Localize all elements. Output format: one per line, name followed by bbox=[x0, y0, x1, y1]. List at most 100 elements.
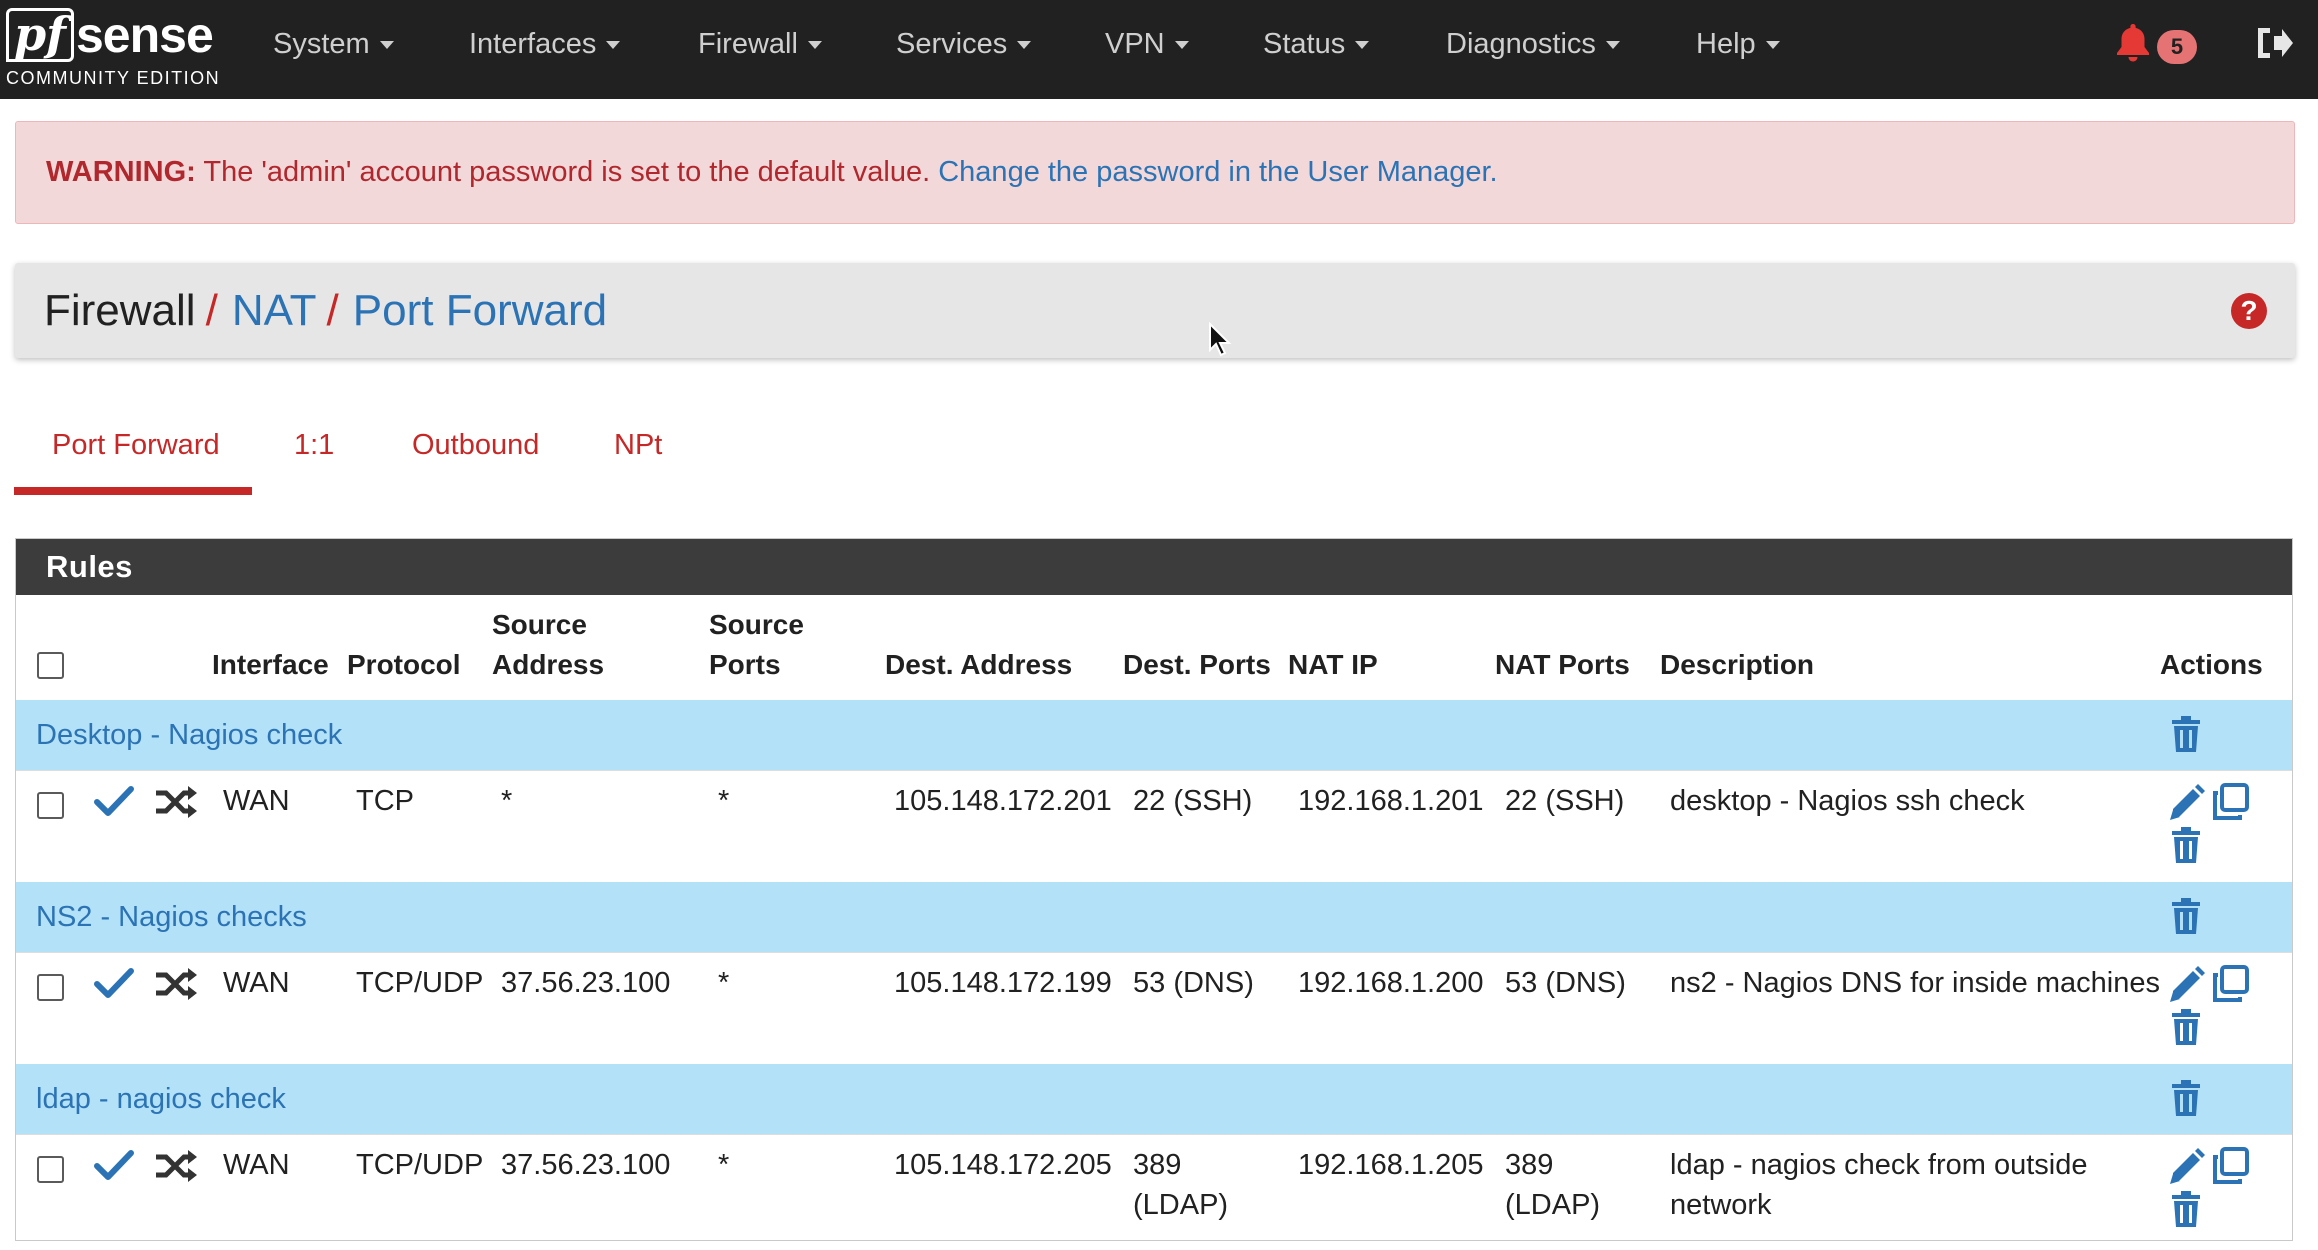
active-tab-indicator bbox=[14, 487, 252, 495]
nav-vpn-label: VPN bbox=[1105, 28, 1165, 60]
breadcrumb: Firewall / NAT / Port Forward ? bbox=[15, 263, 2295, 358]
cell-source-ports: * bbox=[718, 785, 730, 817]
edit-pencil-icon[interactable] bbox=[2169, 965, 2205, 1003]
trash-icon[interactable] bbox=[2171, 1080, 2201, 1116]
warning-text: The 'admin' account password is set to t… bbox=[195, 156, 939, 188]
cell-interface: WAN bbox=[223, 785, 290, 817]
breadcrumb-separator: / bbox=[205, 286, 218, 335]
change-password-link[interactable]: Change the password in the User Manager. bbox=[938, 156, 1497, 188]
separator-row: ldap - nagios check bbox=[16, 1064, 2292, 1134]
trash-icon[interactable] bbox=[2171, 1191, 2201, 1227]
table-row: WAN TCP/UDP 37.56.23.100 * 105.148.172.2… bbox=[16, 1134, 2292, 1240]
col-source-ports-line2: Ports bbox=[709, 649, 781, 680]
cell-dest-ports: 53 (DNS) bbox=[1133, 967, 1254, 999]
nav-firewall-label: Firewall bbox=[698, 28, 798, 60]
breadcrumb-port-forward[interactable]: Port Forward bbox=[353, 286, 607, 335]
cell-description: ns2 - Nagios DNS for inside machines bbox=[1670, 967, 2160, 999]
col-actions: Actions bbox=[2160, 649, 2263, 680]
pfsense-logo[interactable]: pf sense COMMUNITY EDITION bbox=[6, 7, 219, 92]
cell-source-ports: * bbox=[718, 1149, 730, 1181]
copy-icon[interactable] bbox=[2211, 1147, 2249, 1185]
col-dest-address: Dest. Address bbox=[885, 649, 1073, 680]
logo-edition: COMMUNITY EDITION bbox=[6, 68, 221, 88]
shuffle-icon bbox=[156, 968, 197, 1000]
select-all-checkbox[interactable] bbox=[37, 652, 64, 679]
caret-down-icon bbox=[807, 41, 822, 50]
separator-label: NS2 - Nagios checks bbox=[36, 901, 307, 933]
col-source-address-line2: Address bbox=[492, 649, 605, 680]
nav-help[interactable]: Help bbox=[1696, 26, 1780, 62]
enabled-check-icon[interactable] bbox=[94, 1149, 134, 1183]
trash-icon[interactable] bbox=[2171, 898, 2201, 934]
nav-interfaces-label: Interfaces bbox=[469, 28, 597, 60]
default-password-warning: WARNING: The 'admin' account password is… bbox=[15, 121, 2295, 224]
row-checkbox[interactable] bbox=[37, 974, 64, 1001]
notification-badge[interactable]: 5 bbox=[2157, 30, 2197, 64]
trash-icon[interactable] bbox=[2171, 827, 2201, 863]
tab-npt[interactable]: NPt bbox=[614, 425, 662, 465]
cell-nat-ports-line1: 389 bbox=[1505, 1149, 1554, 1181]
tab-one-to-one[interactable]: 1:1 bbox=[294, 425, 334, 465]
nav-status-label: Status bbox=[1263, 28, 1346, 60]
cell-source-address: * bbox=[501, 785, 513, 817]
panel-title: Rules bbox=[16, 539, 2292, 595]
copy-icon[interactable] bbox=[2211, 965, 2249, 1003]
separator-row: NS2 - Nagios checks bbox=[16, 882, 2292, 952]
row-checkbox[interactable] bbox=[37, 1156, 64, 1183]
cell-protocol: TCP/UDP bbox=[356, 1149, 484, 1181]
nav-vpn[interactable]: VPN bbox=[1105, 26, 1189, 62]
breadcrumb-separator: / bbox=[326, 286, 339, 335]
caret-down-icon bbox=[1017, 41, 1032, 50]
nav-diagnostics[interactable]: Diagnostics bbox=[1446, 26, 1620, 62]
row-checkbox[interactable] bbox=[37, 792, 64, 819]
col-source-ports-line1: Source bbox=[709, 609, 804, 640]
cell-interface: WAN bbox=[223, 1149, 290, 1181]
col-description: Description bbox=[1660, 649, 1815, 680]
breadcrumb-nat[interactable]: NAT bbox=[232, 286, 317, 335]
col-nat-ports: NAT Ports bbox=[1495, 649, 1630, 680]
help-icon[interactable]: ? bbox=[2231, 293, 2267, 329]
nav-system[interactable]: System bbox=[273, 26, 394, 62]
nav-services-label: Services bbox=[896, 28, 1008, 60]
cell-description-line1: ldap - nagios check from outside bbox=[1670, 1149, 2088, 1181]
cell-nat-ports: 22 (SSH) bbox=[1505, 785, 1625, 817]
col-dest-ports: Dest. Ports bbox=[1123, 649, 1271, 680]
edit-pencil-icon[interactable] bbox=[2169, 1147, 2205, 1185]
breadcrumb-firewall: Firewall bbox=[44, 286, 196, 335]
enabled-check-icon[interactable] bbox=[94, 785, 134, 819]
separator-label: ldap - nagios check bbox=[36, 1083, 286, 1115]
nav-services[interactable]: Services bbox=[896, 26, 1032, 62]
edit-pencil-icon[interactable] bbox=[2169, 783, 2205, 821]
shuffle-icon bbox=[156, 786, 197, 818]
nav-interfaces[interactable]: Interfaces bbox=[469, 26, 621, 62]
tab-outbound[interactable]: Outbound bbox=[412, 425, 539, 465]
logout-icon[interactable] bbox=[2254, 24, 2294, 62]
nav-system-label: System bbox=[273, 28, 370, 60]
cell-nat-ip: 192.168.1.201 bbox=[1298, 785, 1484, 817]
cell-dest-ports-line1: 389 bbox=[1133, 1149, 1182, 1181]
nav-help-label: Help bbox=[1696, 28, 1756, 60]
nav-firewall[interactable]: Firewall bbox=[698, 26, 822, 62]
trash-icon[interactable] bbox=[2171, 1009, 2201, 1045]
nav-status[interactable]: Status bbox=[1263, 26, 1370, 62]
enabled-check-icon[interactable] bbox=[94, 967, 134, 1001]
trash-icon[interactable] bbox=[2171, 716, 2201, 752]
cell-protocol: TCP bbox=[356, 785, 414, 817]
cell-nat-ip: 192.168.1.200 bbox=[1298, 967, 1484, 999]
cell-nat-ports-line2: (LDAP) bbox=[1505, 1189, 1601, 1221]
caret-down-icon bbox=[606, 41, 621, 50]
col-interface: Interface bbox=[212, 649, 329, 680]
cell-description-line2: network bbox=[1670, 1189, 1772, 1221]
cell-dest-address: 105.148.172.199 bbox=[894, 967, 1112, 999]
cell-nat-ports: 53 (DNS) bbox=[1505, 967, 1626, 999]
copy-icon[interactable] bbox=[2211, 783, 2249, 821]
cell-source-address: 37.56.23.100 bbox=[501, 967, 671, 999]
separator-row: Desktop - Nagios check bbox=[16, 700, 2292, 770]
logo-sense: sense bbox=[76, 7, 214, 63]
tab-port-forward[interactable]: Port Forward bbox=[52, 425, 220, 465]
shuffle-icon bbox=[156, 1150, 197, 1182]
bell-icon[interactable] bbox=[2114, 22, 2152, 62]
table-row: WAN TCP * * 105.148.172.201 22 (SSH) 192… bbox=[16, 770, 2292, 882]
caret-down-icon bbox=[1174, 41, 1189, 50]
cell-interface: WAN bbox=[223, 967, 290, 999]
